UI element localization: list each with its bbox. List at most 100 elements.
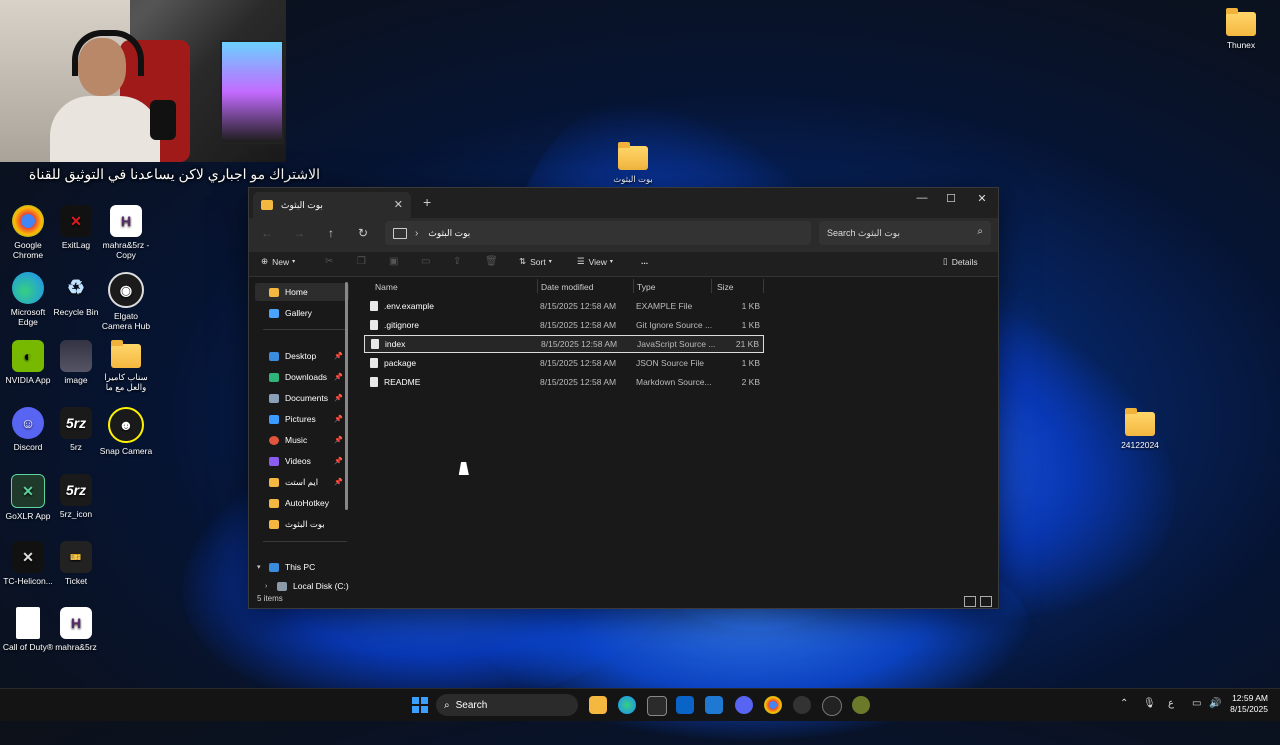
xbox-icon[interactable] [822,696,842,716]
vscode-icon[interactable] [705,696,723,714]
desktop-icon[interactable]: image [48,340,104,385]
streamer [50,30,160,162]
details-view-icon[interactable] [964,596,976,607]
copy-icon[interactable]: ❐ [357,256,366,267]
file-row-selected[interactable]: index 8/15/2025 12:58 AM JavaScript Sour… [364,335,764,353]
desktop-icon[interactable]: 5rz 5rz_icon [48,474,104,519]
taskbar-search[interactable]: ⌕ Search [436,694,578,716]
paste-icon[interactable]: ▣ [389,256,398,267]
back-button[interactable]: ← [257,226,277,240]
file-row[interactable]: .gitignore 8/15/2025 12:58 AM Git Ignore… [364,316,764,334]
desktop-icon[interactable]: ◉ Elgato Camera Hub [98,272,154,331]
search-icon: ⌕ [977,226,983,237]
desktop-icon-bot-folder[interactable]: بوت البثوث [605,142,661,184]
column-header-name[interactable]: Name [375,282,398,292]
column-header-date[interactable]: Date modified [541,282,593,292]
divider [263,541,347,542]
navigation-bar: ← → ↑ ↻ › بوت البثوث Search بوت البثوث ⌕ [249,218,998,252]
share-icon[interactable]: ⇪ [453,256,461,267]
column-header-type[interactable]: Type [637,282,655,292]
address-bar[interactable]: › بوت البثوث [385,221,811,245]
github-icon[interactable] [793,696,811,714]
sidebar-item-documents[interactable]: Documents 📌 [255,389,349,407]
delete-icon[interactable]: 🗑 [485,256,498,267]
cut-icon[interactable]: ✂ [325,256,333,267]
new-button[interactable]: ⊕ New ▾ [261,256,295,267]
chevron-up-icon[interactable]: ⌃ [1120,698,1128,709]
sidebar-item-autohotkey[interactable]: AutoHotkey [255,494,349,512]
store-icon[interactable] [647,696,667,716]
exitlag-icon: ✕ [60,205,92,237]
plus-icon: ⊕ [261,256,269,266]
minimize-button[interactable]: — [907,192,937,204]
disk-icon [277,581,287,591]
details-button[interactable]: ▯ Details [943,256,978,267]
snap-camera-icon: ☻ [108,407,144,443]
file-row[interactable]: .env.example 8/15/2025 12:58 AM EXAMPLE … [364,297,764,315]
microphone-icon[interactable]: 🎙 [1143,698,1156,709]
file-icon [371,339,379,349]
chevron-right-icon: › [415,227,419,239]
chrome-icon[interactable] [764,696,782,714]
sidebar-item-videos[interactable]: Videos 📌 [255,452,349,470]
sidebar-scrollbar[interactable] [345,282,348,510]
sidebar-item-folder[interactable]: ايم استت 📌 [255,473,349,491]
maximize-button[interactable]: ☐ [936,192,966,205]
desktop-icon[interactable]: ♻ Recycle Bin [48,272,104,317]
up-button[interactable]: ↑ [321,226,341,240]
sidebar-item-downloads[interactable]: Downloads 📌 [255,368,349,386]
file-row[interactable]: README 8/15/2025 12:58 AM Markdown Sourc… [364,373,764,391]
breadcrumb[interactable]: بوت البثوث [428,228,470,239]
file-explorer-icon[interactable] [589,696,607,714]
close-tab-icon[interactable]: ✕ [394,198,403,211]
home-icon [269,287,279,297]
network-icon[interactable]: ▭ [1192,698,1201,709]
tiles-view-icon[interactable] [980,596,992,607]
outlook-icon[interactable] [676,696,694,714]
desktop-icon[interactable]: 🎫 Ticket [48,541,104,586]
sidebar-item-gallery[interactable]: Gallery [255,304,349,322]
column-header-size[interactable]: Size [717,282,734,292]
sidebar-item-music[interactable]: Music 📌 [255,431,349,449]
close-window-button[interactable]: ✕ [967,192,997,205]
sidebar-item-this-pc[interactable]: ▾ This PC [255,558,349,576]
desktop-icon[interactable]: ✕ ExitLag [48,205,104,250]
desktop-icon[interactable]: ☻ Snap Camera [98,407,154,456]
discord-icon[interactable] [735,696,753,714]
rename-icon[interactable]: ▭ [421,256,430,267]
file-row[interactable]: package 8/15/2025 12:58 AM JSON Source F… [364,354,764,372]
sidebar-item-bot-folder[interactable]: بوت البثوث [255,515,349,533]
view-button[interactable]: ☰ View ▾ [577,256,613,267]
desktop-icon[interactable]: H mahra&5rz - Copy [98,205,154,260]
tab-bot-folder[interactable]: بوت البثوث ✕ [253,192,411,218]
desktop-icon-thunex[interactable]: Thunex [1213,8,1269,50]
desktop-icon-24122024[interactable]: 24122024 [1112,408,1168,450]
pin-icon: 📌 [334,437,343,444]
image-file-icon [60,340,92,372]
sort-button[interactable]: ⇅ Sort ▾ [519,256,552,267]
start-button[interactable] [412,697,428,713]
tc-helicon-icon: ✕ [12,541,44,573]
clock[interactable]: 12:59 AM 8/15/2025 [1230,693,1268,715]
refresh-button[interactable]: ↻ [353,226,373,240]
sidebar-item-home[interactable]: Home [255,283,349,301]
file-icon [370,301,378,311]
desktop-icon[interactable]: سناب كاميرا والعل مع ما [98,340,154,392]
sidebar-item-pictures[interactable]: Pictures 📌 [255,410,349,428]
search-input[interactable]: Search بوت البثوث ⌕ [819,221,991,245]
app-icon[interactable] [852,696,870,714]
new-tab-button[interactable]: + [423,194,431,210]
elgato-icon: ◉ [108,272,144,308]
folder-icon [261,200,273,210]
language-indicator[interactable]: ع [1168,698,1174,709]
h-letter-icon: H [110,205,142,237]
desktop-icon[interactable]: H mahra&5rz [48,607,104,652]
nvidia-icon: ◐ [12,340,44,372]
edge-icon[interactable] [618,696,636,714]
more-options-button[interactable]: ... [641,256,648,266]
volume-icon[interactable]: 🔊 [1209,698,1221,709]
sidebar-item-local-disk[interactable]: › Local Disk (C:) [255,579,349,593]
forward-button[interactable]: → [289,226,309,240]
desktop-icon[interactable]: 5rz 5rz [48,407,104,452]
sidebar-item-desktop[interactable]: Desktop 📌 [255,347,349,365]
